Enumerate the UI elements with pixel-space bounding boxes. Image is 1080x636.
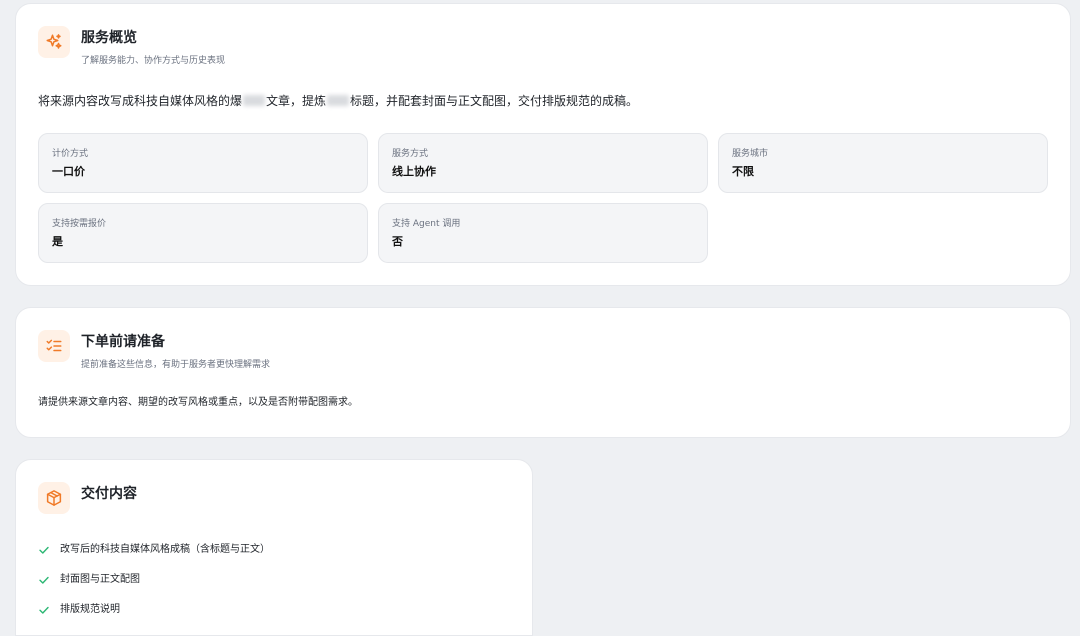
checklist-icon <box>38 330 70 362</box>
package-icon <box>38 482 70 514</box>
field-label: 计价方式 <box>52 149 89 159</box>
deliverables-title: 交付内容 <box>81 486 137 502</box>
desc-text-2: 文章，提炼 <box>266 94 327 108</box>
desc-text-3: 标题，并配套封面与正文配图，交付排版规范的成稿。 <box>350 94 639 108</box>
field-on-demand-quote: 支持按需报价 是 <box>38 203 368 263</box>
prepare-card: 下单前请准备 提前准备这些信息，有助于服务者更快理解需求 请提供来源文章内容、期… <box>15 307 1071 438</box>
field-value: 不限 <box>732 165 754 178</box>
service-description: 将来源内容改写成科技自媒体风格的爆 文章，提炼 标题，并配套封面与正文配图，交付排版… <box>38 93 638 109</box>
field-service-city: 服务城市 不限 <box>718 133 1048 193</box>
check-icon <box>39 576 49 584</box>
field-label: 支持按需报价 <box>52 219 107 229</box>
prepare-subtitle: 提前准备这些信息，有助于服务者更快理解需求 <box>81 360 271 370</box>
service-overview-header: 服务概览 了解服务能力、协作方式与历史表现 <box>38 26 225 67</box>
list-item-text: 排版规范说明 <box>60 604 120 615</box>
field-agent-support: 支持 Agent 调用 否 <box>378 203 708 263</box>
service-overview-subtitle: 了解服务能力、协作方式与历史表现 <box>81 56 226 66</box>
service-overview-card: 服务概览 了解服务能力、协作方式与历史表现 将来源内容改写成科技自媒体风格的爆 文… <box>15 3 1071 286</box>
list-item-text: 改写后的科技自媒体风格成稿（含标题与正文） <box>60 544 270 555</box>
prepare-title: 下单前请准备 <box>81 334 165 350</box>
check-icon <box>39 546 49 554</box>
list-item: 封面图与正文配图 <box>38 565 270 595</box>
redacted-mark <box>243 95 266 106</box>
field-label: 服务方式 <box>392 149 429 159</box>
deliverables-header: 交付内容 <box>38 482 137 514</box>
service-overview-title: 服务概览 <box>81 30 137 46</box>
field-value: 是 <box>52 235 63 248</box>
list-item: 排版规范说明 <box>38 595 270 625</box>
deliverables-card: 交付内容 改写后的科技自媒体风格成稿（含标题与正文） 封面图与正文配图 排版规范… <box>15 459 533 636</box>
field-pricing-method: 计价方式 一口价 <box>38 133 368 193</box>
list-item-text: 封面图与正文配图 <box>60 574 140 585</box>
prepare-text: 请提供来源文章内容、期望的改写风格或重点，以及是否附带配图需求。 <box>38 397 358 408</box>
field-label: 支持 Agent 调用 <box>392 219 461 229</box>
sparkle-icon <box>38 26 70 58</box>
desc-text-1: 将来源内容改写成科技自媒体风格的爆 <box>38 94 243 108</box>
field-label: 服务城市 <box>732 149 769 159</box>
redacted-mark <box>327 95 350 106</box>
field-value: 一口价 <box>52 165 85 178</box>
check-icon <box>39 606 49 614</box>
deliverables-list: 改写后的科技自媒体风格成稿（含标题与正文） 封面图与正文配图 排版规范说明 <box>38 535 270 625</box>
prepare-header: 下单前请准备 提前准备这些信息，有助于服务者更快理解需求 <box>38 330 270 371</box>
field-value: 线上协作 <box>392 165 436 178</box>
field-value: 否 <box>392 235 403 248</box>
field-service-mode: 服务方式 线上协作 <box>378 133 708 193</box>
list-item: 改写后的科技自媒体风格成稿（含标题与正文） <box>38 535 270 565</box>
